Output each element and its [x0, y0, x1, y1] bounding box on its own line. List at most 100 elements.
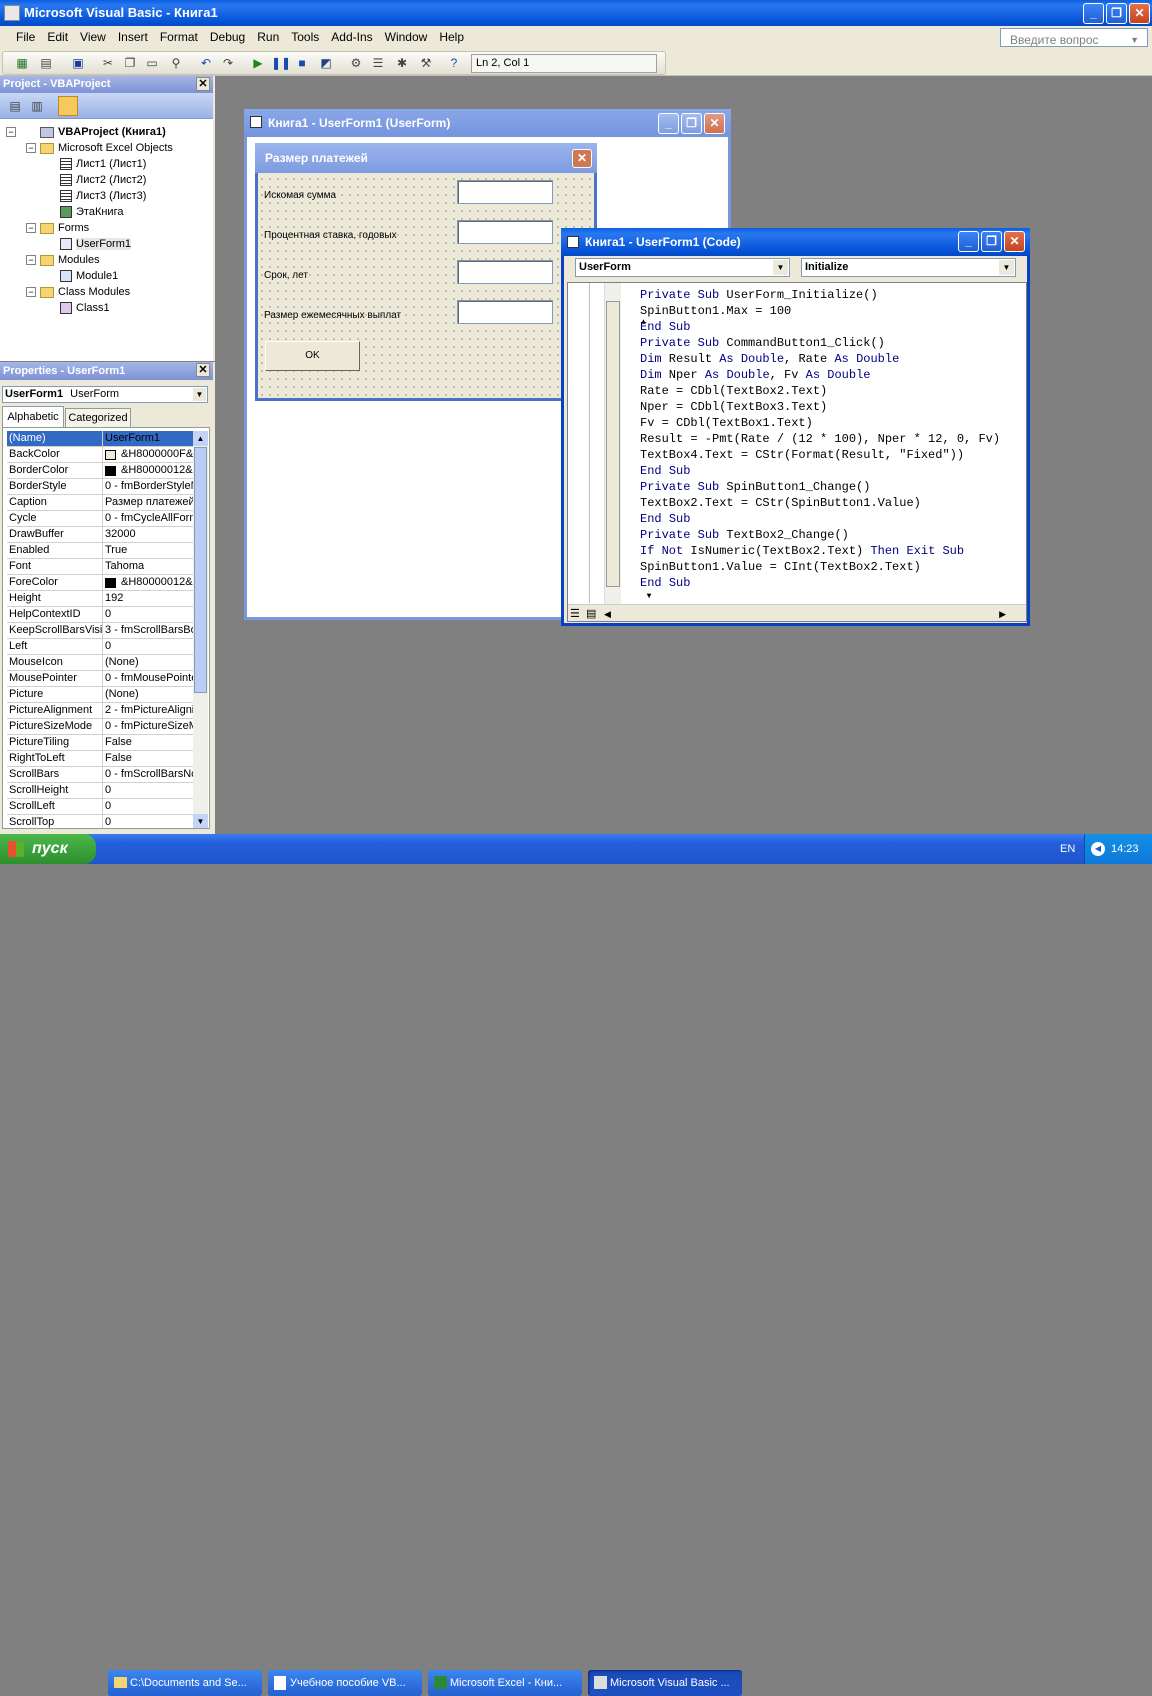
toggle-folders-icon[interactable] [58, 96, 78, 116]
scroll-up-icon[interactable]: ▲ [641, 315, 646, 331]
code-line[interactable]: Fv = CDbl(TextBox1.Text) [640, 415, 813, 431]
taskbar-item-explorer[interactable]: C:\Documents and Se... [108, 1670, 262, 1696]
property-value[interactable]: 3 - fmScrollBarsBo [105, 623, 193, 639]
collapse-icon[interactable]: − [26, 255, 36, 265]
project-explorer-icon[interactable]: ⚙ [347, 54, 365, 72]
object-dropdown[interactable]: UserForm ▼ [575, 258, 790, 277]
break-icon[interactable]: ❚❚ [271, 54, 291, 72]
designer-maximize-button[interactable]: ❐ [681, 113, 702, 134]
property-row[interactable]: RightToLeft False [7, 751, 193, 767]
view-object-icon[interactable]: ▥ [28, 97, 46, 115]
property-value[interactable]: &H8000000F& [105, 447, 193, 463]
property-row[interactable]: (Name) UserForm1 [7, 431, 193, 447]
tree-class1[interactable]: Class1 [60, 301, 110, 315]
tree-module1[interactable]: Module1 [60, 269, 118, 283]
reset-icon[interactable]: ■ [293, 54, 311, 72]
code-line[interactable]: SpinButton1.Value = CInt(TextBox2.Text) [640, 559, 921, 575]
taskbar-item-vb[interactable]: Microsoft Visual Basic ... [588, 1670, 742, 1696]
taskbar-item-excel[interactable]: Microsoft Excel - Кни... [428, 1670, 582, 1696]
close-icon[interactable]: ✕ [196, 363, 210, 377]
menu-file[interactable]: File [10, 26, 41, 48]
property-row[interactable]: HelpContextID 0 [7, 607, 193, 623]
property-value[interactable]: False [105, 751, 193, 767]
property-row[interactable]: Picture (None) [7, 687, 193, 703]
property-row[interactable]: BackColor &H8000000F& [7, 447, 193, 463]
excel-view-icon[interactable]: ▦ [13, 54, 31, 72]
undo-icon[interactable]: ↶ [197, 54, 215, 72]
code-line[interactable]: Dim Result As Double, Rate As Double [640, 351, 899, 367]
menu-help[interactable]: Help [433, 26, 470, 48]
textbox2-input[interactable] [457, 220, 553, 244]
property-row[interactable]: ScrollTop 0 [7, 815, 193, 828]
property-value[interactable]: &H80000012& [105, 575, 193, 591]
chevron-down-icon[interactable]: ▼ [773, 260, 788, 275]
textbox4-input[interactable] [457, 300, 553, 324]
scroll-down-icon[interactable]: ▼ [193, 814, 208, 828]
help-icon[interactable]: ? [445, 54, 463, 72]
property-value[interactable]: 0 [105, 799, 193, 815]
paste-icon[interactable]: ▭ [143, 54, 161, 72]
property-row[interactable]: Enabled True [7, 543, 193, 559]
property-row[interactable]: ForeColor &H80000012& [7, 575, 193, 591]
label-rate[interactable]: Процентная ставка, годовых [264, 230, 397, 241]
chevron-down-icon[interactable]: ▼ [1124, 29, 1145, 51]
save-icon[interactable]: ▣ [69, 54, 87, 72]
property-value[interactable]: &H80000012& [105, 463, 193, 479]
tree-modules[interactable]: Modules [40, 253, 100, 267]
scroll-left-icon[interactable]: ◀ [604, 607, 611, 623]
code-line[interactable]: If Not IsNumeric(TextBox2.Text) Then Exi… [640, 543, 964, 559]
designer-minimize-button[interactable]: _ [658, 113, 679, 134]
property-row[interactable]: ScrollLeft 0 [7, 799, 193, 815]
code-line[interactable]: Private Sub TextBox2_Change() [640, 527, 849, 543]
insert-object-icon[interactable]: ▤ [37, 54, 55, 72]
code-line[interactable]: SpinButton1.Max = 100 [640, 303, 791, 319]
design-mode-icon[interactable]: ◩ [317, 54, 335, 72]
property-value[interactable]: 32000 [105, 527, 193, 543]
menu-debug[interactable]: Debug [204, 26, 251, 48]
taskbar-item-word[interactable]: Учебное пособие VB... [268, 1670, 422, 1696]
menu-run[interactable]: Run [251, 26, 285, 48]
scroll-down-icon[interactable]: ▼ [641, 589, 657, 605]
menu-addins[interactable]: Add-Ins [325, 26, 378, 48]
scroll-thumb[interactable] [606, 301, 620, 587]
start-button[interactable]: пуск [0, 834, 96, 864]
property-row[interactable]: ScrollHeight 0 [7, 783, 193, 799]
collapse-icon[interactable]: − [6, 127, 16, 137]
code-minimize-button[interactable]: _ [958, 231, 979, 252]
collapse-icon[interactable]: − [26, 223, 36, 233]
code-vscrollbar[interactable]: ▲ ▼ [604, 283, 651, 605]
property-value[interactable]: 0 [105, 815, 193, 828]
copy-icon[interactable]: ❐ [121, 54, 139, 72]
property-row[interactable]: PictureSizeMode 0 - fmPictureSizeM [7, 719, 193, 735]
chevron-down-icon[interactable]: ▼ [193, 388, 206, 401]
designer-close-button[interactable]: ✕ [704, 113, 725, 134]
code-line[interactable]: TextBox4.Text = CStr(Format(Result, "Fix… [640, 447, 964, 463]
property-row[interactable]: MousePointer 0 - fmMousePointe [7, 671, 193, 687]
property-value[interactable]: 2 - fmPictureAligni [105, 703, 193, 719]
collapse-icon[interactable]: − [26, 287, 36, 297]
property-value[interactable]: UserForm1 [105, 431, 193, 447]
property-row[interactable]: Font Tahoma [7, 559, 193, 575]
code-line[interactable]: End Sub [640, 511, 690, 527]
code-line[interactable]: Private Sub UserForm_Initialize() [640, 287, 878, 303]
property-row[interactable]: MouseIcon (None) [7, 655, 193, 671]
property-row[interactable]: BorderColor &H80000012& [7, 463, 193, 479]
help-search-input[interactable]: Введите вопрос ▼ [1000, 28, 1148, 47]
property-row[interactable]: KeepScrollBarsVisible3 - fmScrollBarsBo [7, 623, 193, 639]
property-value[interactable]: True [105, 543, 193, 559]
property-value[interactable]: 0 - fmMousePointe [105, 671, 193, 687]
property-row[interactable]: PictureAlignment 2 - fmPictureAligni [7, 703, 193, 719]
menu-edit[interactable]: Edit [41, 26, 74, 48]
property-row[interactable]: ScrollBars 0 - fmScrollBarsNc [7, 767, 193, 783]
tab-categorized[interactable]: Categorized [65, 408, 131, 427]
tray-arrow-icon[interactable]: ◀ [1091, 842, 1105, 856]
tree-thisworkbook[interactable]: ЭтаКнига [60, 205, 123, 219]
tree-class-modules[interactable]: Class Modules [40, 285, 130, 299]
property-value[interactable]: Размер платежей [105, 495, 193, 511]
code-line[interactable]: Nper = CDbl(TextBox3.Text) [640, 399, 827, 415]
code-line[interactable]: Result = -Pmt(Rate / (12 * 100), Nper * … [640, 431, 1000, 447]
label-sum[interactable]: Искомая сумма [264, 190, 336, 201]
property-value[interactable]: 0 [105, 607, 193, 623]
label-payment[interactable]: Размер ежемесячных выплат [264, 310, 401, 321]
ok-button[interactable]: OK [265, 341, 360, 371]
